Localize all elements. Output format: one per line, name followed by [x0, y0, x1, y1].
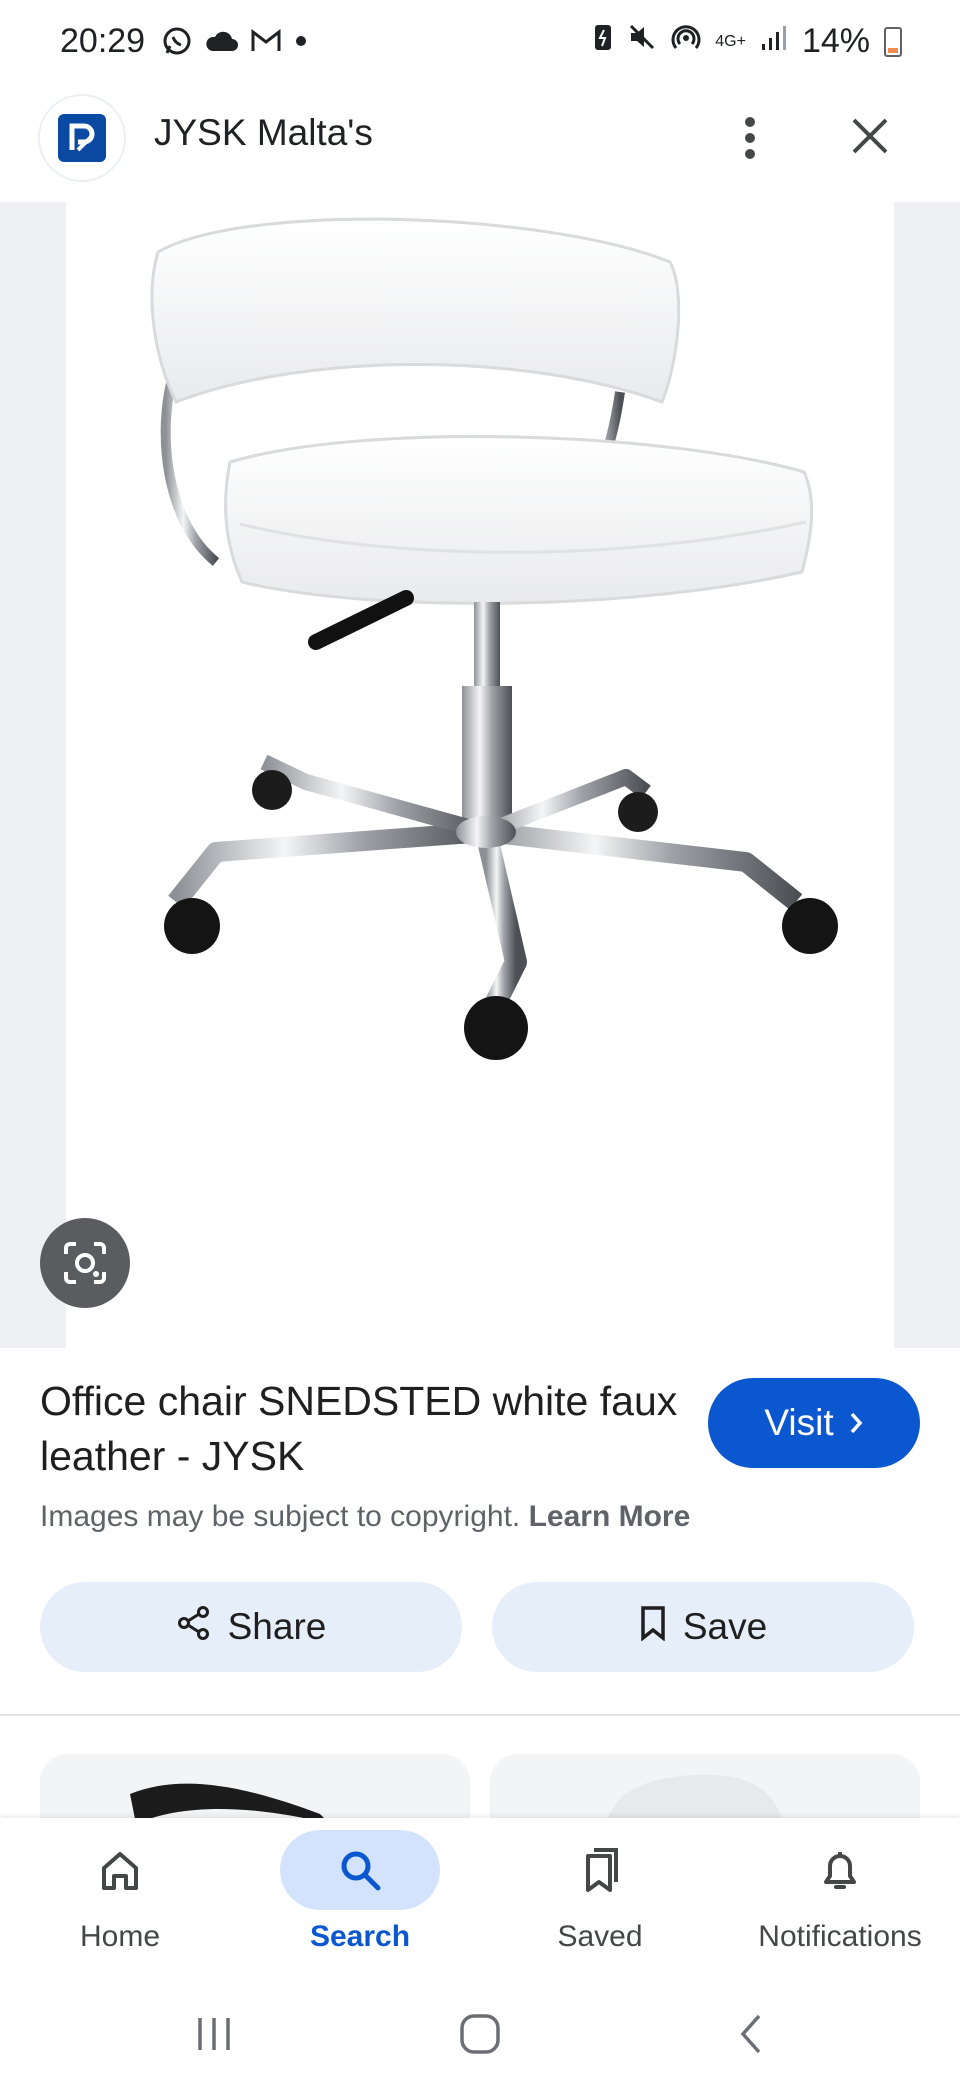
network-type: 4G+ — [715, 32, 746, 50]
nav-label-saved: Saved — [557, 1920, 643, 1953]
nav-item-home[interactable]: Home — [0, 1818, 240, 1988]
visit-button[interactable]: Visit — [708, 1378, 920, 1468]
cloud-icon — [204, 29, 238, 58]
battery-level: 14% — [801, 22, 870, 60]
hotspot-icon — [671, 22, 701, 61]
office-chair-image — [150, 217, 838, 1060]
share-label: Share — [227, 1606, 327, 1647]
visit-label: Visit — [764, 1402, 834, 1443]
save-button[interactable]: Save — [492, 1582, 914, 1672]
share-icon — [176, 1605, 212, 1650]
battery-icon — [884, 26, 902, 57]
nav-item-saved[interactable]: Saved — [480, 1818, 720, 1988]
nav-item-notifications[interactable]: Notifications — [720, 1818, 960, 1988]
learn-more-link[interactable]: Learn More — [529, 1500, 691, 1533]
status-right: 4G+ 14% — [593, 22, 902, 61]
bookmark-icon — [639, 1605, 667, 1650]
more-vert-icon[interactable] — [720, 108, 780, 168]
system-navigation-bar — [0, 1988, 960, 2080]
chevron-right-icon — [848, 1402, 864, 1444]
page-title[interactable]: JYSK Malta's — [154, 112, 373, 154]
bottom-navigation: Home Search Saved Notifications — [0, 1818, 960, 1988]
back-icon[interactable] — [712, 2004, 792, 2064]
copyright-text: Images may be subject to copyright. — [40, 1500, 521, 1533]
dot-icon — [294, 34, 308, 53]
header: JYSK Malta's — [0, 90, 960, 200]
saved-icon — [520, 1830, 680, 1910]
gmail-icon — [250, 28, 282, 58]
recent-apps-icon[interactable] — [174, 2004, 254, 2064]
status-bar: 20:29 4G+ 14% — [0, 0, 960, 90]
copyright-notice: Images may be subject to copyright. Lear… — [40, 1500, 690, 1534]
network-arrows-icon: 4G+ — [715, 32, 746, 50]
mute-icon — [627, 22, 657, 61]
share-button[interactable]: Share — [40, 1582, 462, 1672]
status-left-icons — [162, 26, 308, 61]
image-viewer[interactable] — [0, 202, 960, 1348]
whatsapp-icon — [162, 26, 192, 61]
google-lens-icon[interactable] — [40, 1218, 130, 1308]
close-icon[interactable] — [838, 104, 902, 168]
status-time: 20:29 — [60, 22, 146, 60]
site-logo-icon[interactable] — [40, 96, 124, 180]
divider — [0, 1714, 960, 1716]
nav-label-search: Search — [309, 1920, 411, 1953]
nav-item-search[interactable]: Search — [240, 1818, 480, 1988]
save-label: Save — [682, 1606, 768, 1647]
signal-icon — [760, 22, 788, 61]
bell-icon — [760, 1830, 920, 1910]
nav-label-home: Home — [79, 1920, 161, 1953]
nav-label-notifications: Notifications — [758, 1920, 922, 1953]
product-image[interactable] — [66, 202, 894, 1348]
battery-saver-icon — [593, 22, 613, 61]
home-icon — [40, 1830, 200, 1910]
result-title[interactable]: Office chair SNEDSTED white faux leather… — [40, 1374, 680, 1484]
search-icon — [280, 1830, 440, 1910]
home-button-icon[interactable] — [440, 2004, 520, 2064]
